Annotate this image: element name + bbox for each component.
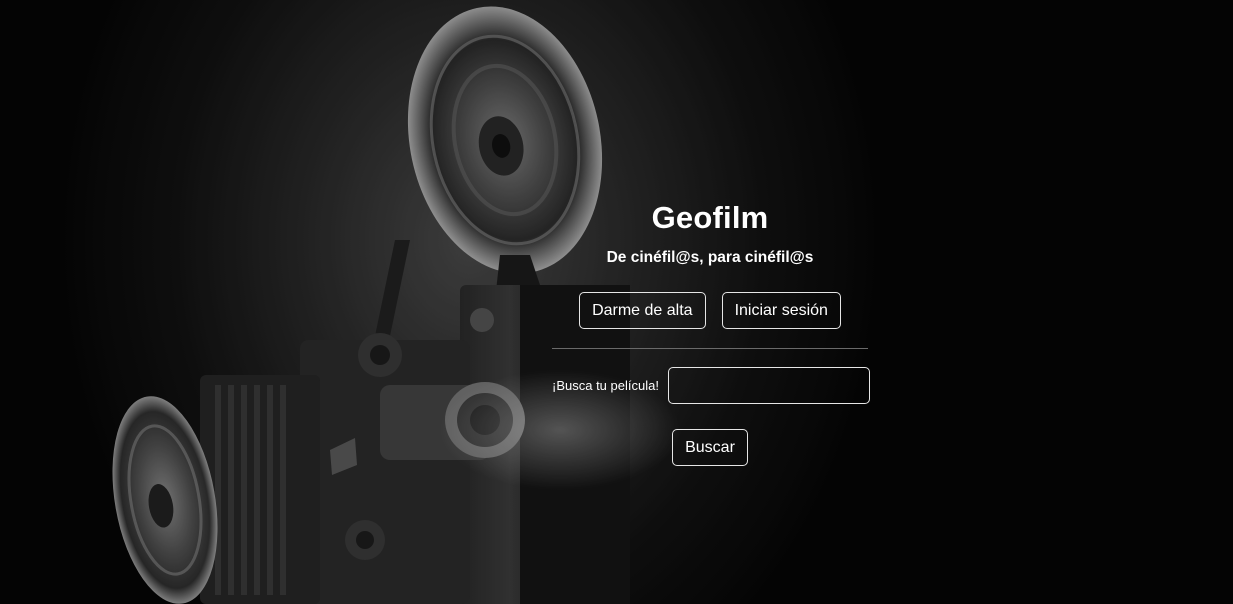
page-subtitle: De cinéfil@s, para cinéfil@s [606,249,814,266]
hero-content: Geofilm De cinéfil@s, para cinéfil@s Dar… [552,196,870,466]
page: Geofilm De cinéfil@s, para cinéfil@s Dar… [0,0,1233,604]
login-button[interactable]: Iniciar sesión [721,292,841,329]
search-button[interactable]: Buscar [672,429,748,466]
search-button-row: Buscar [552,429,868,466]
signup-button[interactable]: Darme de alta [579,292,706,329]
search-label: ¡Busca tu película! [552,378,659,393]
page-title: Geofilm [651,200,769,235]
auth-buttons: Darme de alta Iniciar sesión [552,292,868,329]
divider [552,348,868,349]
search-input[interactable] [667,367,870,404]
search-row: ¡Busca tu película! [552,367,870,404]
